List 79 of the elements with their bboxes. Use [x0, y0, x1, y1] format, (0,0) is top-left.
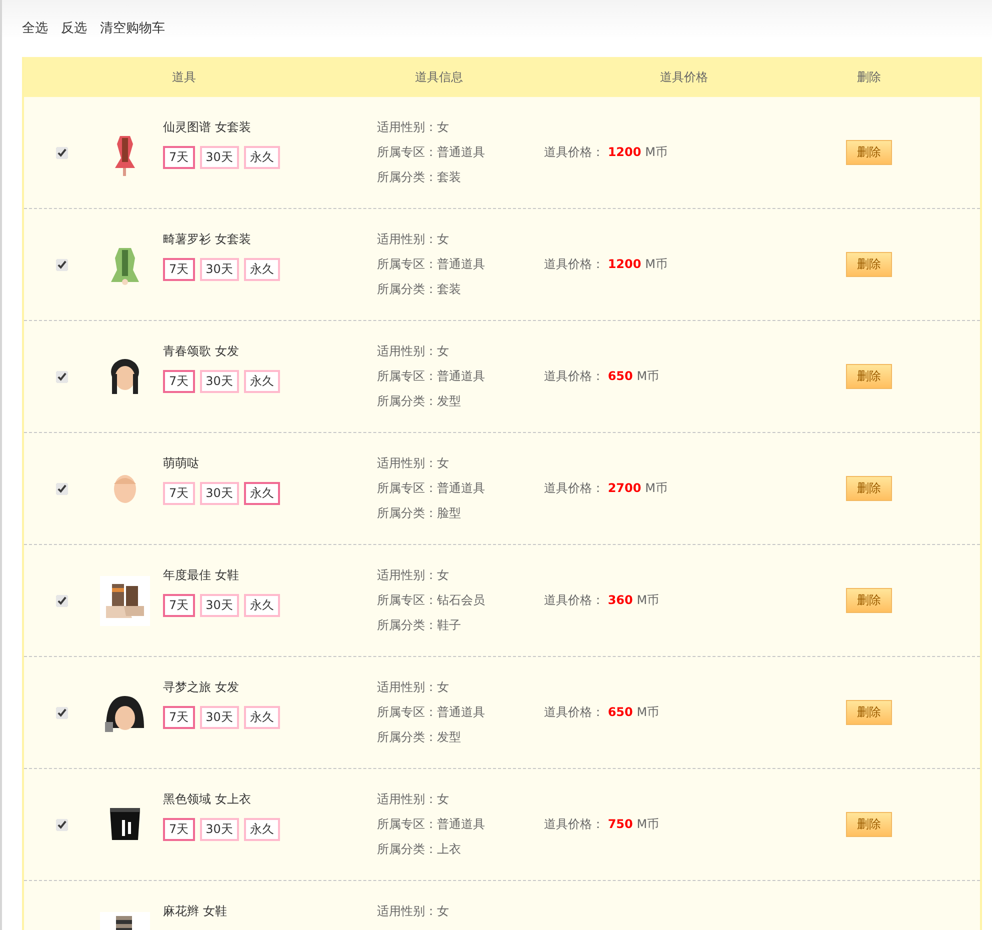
item-price: 道具价格： 1200 M币: [544, 144, 668, 161]
row-checkbox[interactable]: [56, 370, 68, 382]
item-name: 年度最佳 女鞋: [163, 567, 240, 584]
item-price: 道具价格： 1200 M币: [544, 256, 668, 273]
item-info: 所属专区：普通道具: [377, 256, 486, 273]
row-checkbox[interactable]: [56, 706, 68, 718]
item-info: 适用性别：女: [377, 455, 450, 472]
duration-option[interactable]: 7天: [163, 258, 195, 281]
delete-button[interactable]: 删除: [846, 700, 892, 725]
item-info: 适用性别：女: [377, 119, 450, 136]
toolbar-link[interactable]: 全选: [22, 19, 48, 37]
duration-option[interactable]: 永久: [244, 482, 280, 505]
duration-option[interactable]: 7天: [163, 818, 195, 841]
item-price: 道具价格： 650 M币: [544, 704, 660, 721]
duration-option[interactable]: 30天: [200, 706, 239, 729]
duration-option[interactable]: 30天: [200, 370, 239, 393]
item-info: 适用性别：女: [377, 903, 450, 920]
delete-button[interactable]: 删除: [846, 812, 892, 837]
item-info: 适用性别：女: [377, 231, 450, 248]
delete-button[interactable]: 删除: [846, 252, 892, 277]
duration-option[interactable]: 永久: [244, 370, 280, 393]
item-info: 所属分类：套装: [377, 169, 462, 186]
item-info: 所属分类：鞋子: [377, 617, 462, 634]
item-info: 所属专区：普通道具: [377, 368, 486, 385]
item-info: 适用性别：女: [377, 567, 450, 584]
item-info: 所属分类：发型: [377, 393, 462, 410]
duration-option[interactable]: 7天: [163, 482, 195, 505]
item-name: 畸薯罗衫 女套装: [163, 231, 252, 248]
column-header: 删除: [857, 68, 881, 86]
row-checkbox[interactable]: [56, 594, 68, 606]
duration-option[interactable]: 7天: [163, 594, 195, 617]
row-checkbox[interactable]: [56, 258, 68, 270]
item-price: 道具价格： 750 M币: [544, 816, 660, 833]
item-info: 所属分类：套装: [377, 281, 462, 298]
toolbar-link[interactable]: 清空购物车: [100, 19, 165, 37]
item-info: 所属分类：上衣: [377, 841, 462, 858]
duration-option[interactable]: 永久: [244, 594, 280, 617]
duration-option[interactable]: 7天: [163, 370, 195, 393]
row-checkbox[interactable]: [56, 146, 68, 158]
duration-option[interactable]: 30天: [200, 818, 239, 841]
item-info: 所属专区：普通道具: [377, 704, 486, 721]
duration-option[interactable]: 永久: [244, 706, 280, 729]
item-name: 萌萌哒: [163, 455, 200, 472]
item-info: 所属专区：普通道具: [377, 480, 486, 497]
duration-option[interactable]: 永久: [244, 258, 280, 281]
item-info: 适用性别：女: [377, 791, 450, 808]
duration-option[interactable]: 30天: [200, 146, 239, 169]
column-header: 道具: [172, 68, 196, 86]
toolbar-link[interactable]: 反选: [61, 19, 87, 37]
item-info: 所属分类：脸型: [377, 505, 462, 522]
delete-button[interactable]: 删除: [846, 476, 892, 501]
delete-button[interactable]: 删除: [846, 588, 892, 613]
row-checkbox[interactable]: [56, 818, 68, 830]
item-info: 适用性别：女: [377, 343, 450, 360]
item-price: 道具价格： 360 M币: [544, 592, 660, 609]
column-header: 道具价格: [660, 68, 708, 86]
item-info: 适用性别：女: [377, 679, 450, 696]
duration-option[interactable]: 7天: [163, 706, 195, 729]
duration-option[interactable]: 30天: [200, 594, 239, 617]
row-checkbox[interactable]: [56, 482, 68, 494]
item-info: 所属专区：钻石会员: [377, 592, 486, 609]
item-name: 麻花辫 女鞋: [163, 903, 228, 920]
duration-option[interactable]: 永久: [244, 146, 280, 169]
duration-option[interactable]: 永久: [244, 818, 280, 841]
item-name: 黑色领域 女上衣: [163, 791, 252, 808]
delete-button[interactable]: 删除: [846, 140, 892, 165]
duration-option[interactable]: 7天: [163, 146, 195, 169]
item-price: 道具价格： 650 M币: [544, 368, 660, 385]
item-name: 青春颂歌 女发: [163, 343, 240, 360]
duration-option[interactable]: 30天: [200, 258, 239, 281]
delete-button[interactable]: 删除: [846, 364, 892, 389]
item-price: 道具价格： 2700 M币: [544, 480, 668, 497]
item-info: 所属专区：普通道具: [377, 816, 486, 833]
item-name: 仙灵图谱 女套装: [163, 119, 252, 136]
item-info: 所属专区：普通道具: [377, 144, 486, 161]
item-name: 寻梦之旅 女发: [163, 679, 240, 696]
column-header: 道具信息: [415, 68, 463, 86]
duration-option[interactable]: 30天: [200, 482, 239, 505]
item-info: 所属分类：发型: [377, 729, 462, 746]
